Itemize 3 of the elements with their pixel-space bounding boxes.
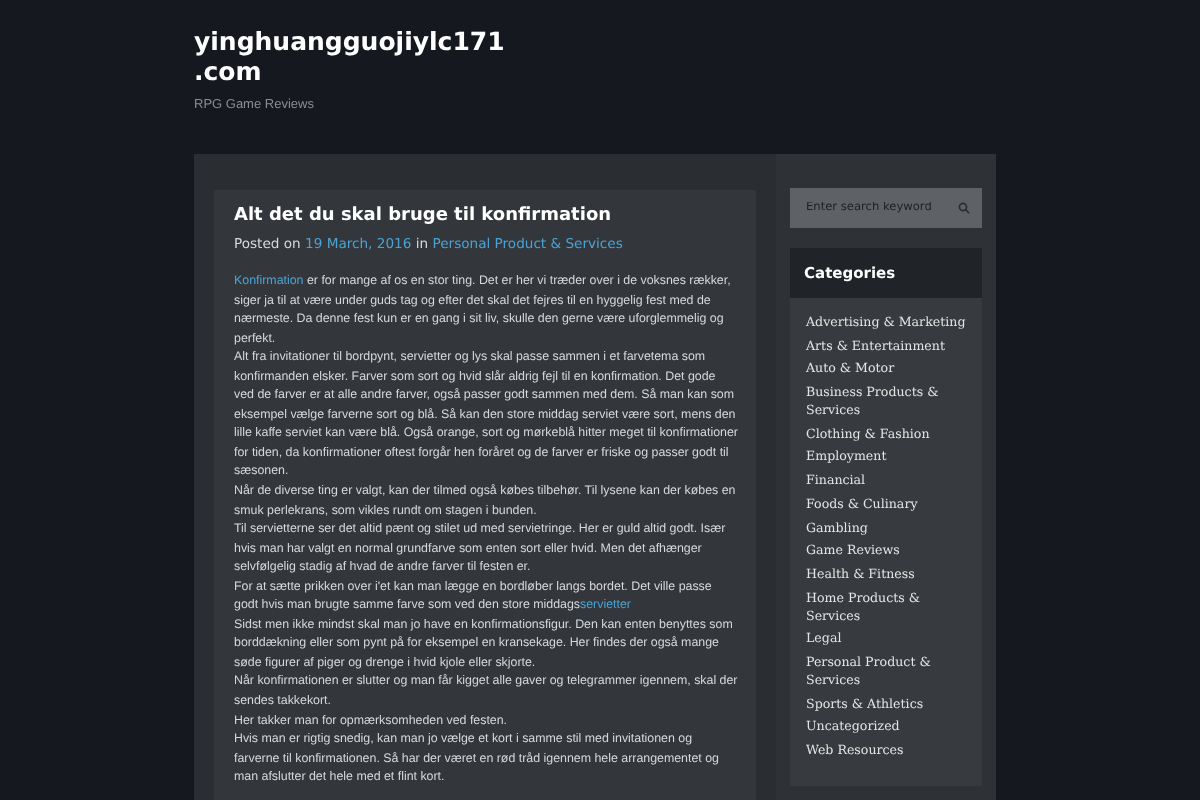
site-title[interactable]: yinghuangguojiylc171 .com [194, 26, 996, 86]
post-title[interactable]: Alt det du skal bruge til konfirmation [234, 206, 738, 226]
search-icon[interactable] [958, 202, 970, 214]
